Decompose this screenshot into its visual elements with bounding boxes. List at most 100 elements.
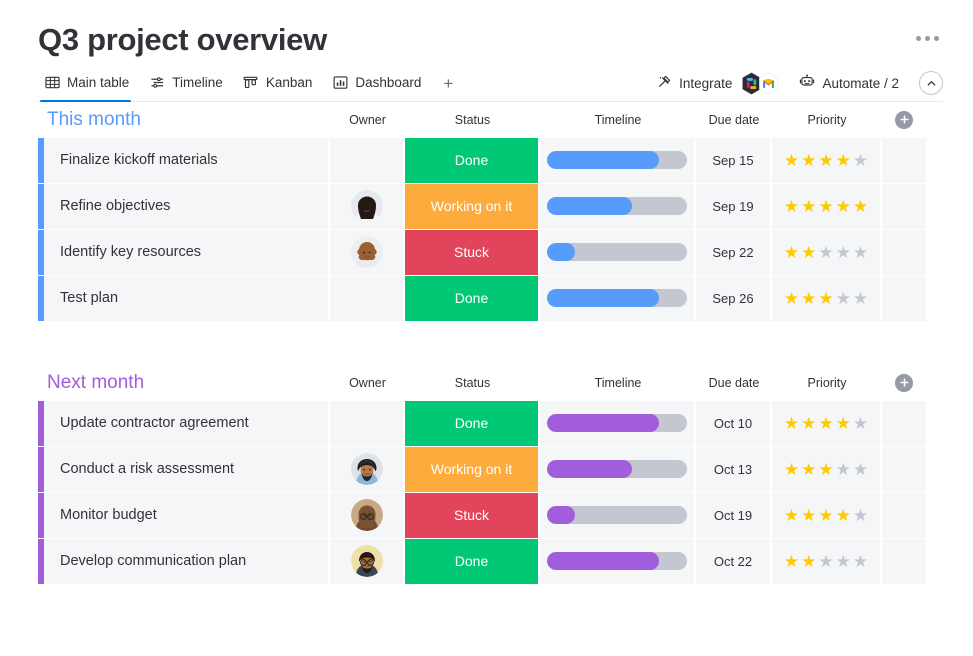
star-filled-icon[interactable]: ★	[784, 461, 799, 478]
timeline-cell[interactable]	[540, 447, 696, 492]
due-date-cell[interactable]: Sep 26	[696, 276, 772, 321]
status-badge[interactable]: Done	[405, 539, 540, 584]
column-header[interactable]: Timeline	[540, 113, 696, 127]
star-empty-icon[interactable]: ★	[818, 553, 833, 570]
plus-icon[interactable]	[895, 374, 913, 392]
due-date-cell[interactable]: Oct 19	[696, 493, 772, 538]
timeline-cell[interactable]	[540, 539, 696, 584]
more-horizontal-icon[interactable]	[912, 22, 943, 55]
star-filled-icon[interactable]: ★	[853, 198, 868, 215]
column-header[interactable]: Owner	[330, 376, 405, 390]
star-filled-icon[interactable]: ★	[801, 198, 816, 215]
star-filled-icon[interactable]: ★	[784, 198, 799, 215]
tab-timeline[interactable]: Timeline	[143, 71, 237, 101]
task-name-cell[interactable]: Develop communication plan	[38, 539, 330, 584]
timeline-bar[interactable]	[547, 460, 687, 478]
star-filled-icon[interactable]: ★	[836, 152, 851, 169]
status-badge[interactable]: Done	[405, 401, 540, 446]
timeline-cell[interactable]	[540, 276, 696, 321]
due-date-cell[interactable]: Oct 22	[696, 539, 772, 584]
task-name-cell[interactable]: Update contractor agreement	[38, 401, 330, 446]
column-header[interactable]: Due date	[696, 376, 772, 390]
column-header[interactable]: Priority	[772, 113, 882, 127]
star-empty-icon[interactable]: ★	[853, 461, 868, 478]
column-header[interactable]: Timeline	[540, 376, 696, 390]
table-row[interactable]: Refine objectives Working on it	[38, 184, 943, 229]
priority-cell[interactable]: ★★★★★	[772, 184, 882, 229]
timeline-bar[interactable]	[547, 243, 687, 261]
star-empty-icon[interactable]: ★	[853, 244, 868, 261]
star-empty-icon[interactable]: ★	[836, 244, 851, 261]
star-filled-icon[interactable]: ★	[818, 415, 833, 432]
task-name-cell[interactable]: Monitor budget	[38, 493, 330, 538]
star-filled-icon[interactable]: ★	[836, 415, 851, 432]
star-filled-icon[interactable]: ★	[784, 152, 799, 169]
star-filled-icon[interactable]: ★	[784, 244, 799, 261]
star-empty-icon[interactable]: ★	[853, 290, 868, 307]
owner-cell[interactable]	[330, 539, 405, 584]
star-filled-icon[interactable]: ★	[801, 461, 816, 478]
due-date-cell[interactable]: Oct 10	[696, 401, 772, 446]
tab-kanban[interactable]: Kanban	[237, 71, 327, 101]
table-row[interactable]: Conduct a risk assessment Working on it	[38, 447, 943, 492]
priority-cell[interactable]: ★★★★★	[772, 447, 882, 492]
star-filled-icon[interactable]: ★	[836, 198, 851, 215]
timeline-cell[interactable]	[540, 184, 696, 229]
star-filled-icon[interactable]: ★	[784, 290, 799, 307]
tab-dashboard[interactable]: Dashboard	[326, 71, 435, 101]
add-column-button[interactable]	[882, 374, 926, 392]
due-date-cell[interactable]: Sep 22	[696, 230, 772, 275]
task-name-cell[interactable]: Refine objectives	[38, 184, 330, 229]
star-filled-icon[interactable]: ★	[801, 152, 816, 169]
status-badge[interactable]: Done	[405, 276, 540, 321]
priority-cell[interactable]: ★★★★★	[772, 138, 882, 183]
due-date-cell[interactable]: Oct 13	[696, 447, 772, 492]
add-view-button[interactable]: +	[435, 74, 461, 101]
table-row[interactable]: Monitor budget Stuck Oct 19 ★★★★★	[38, 493, 943, 538]
table-row[interactable]: Identify key resources Stuck	[38, 230, 943, 275]
timeline-bar[interactable]	[547, 151, 687, 169]
star-filled-icon[interactable]: ★	[818, 461, 833, 478]
priority-cell[interactable]: ★★★★★	[772, 539, 882, 584]
avatar[interactable]	[351, 499, 383, 531]
table-row[interactable]: Develop communication plan Done Oct 22	[38, 539, 943, 584]
avatar[interactable]	[351, 545, 383, 577]
due-date-cell[interactable]: Sep 15	[696, 138, 772, 183]
task-name-cell[interactable]: Identify key resources	[38, 230, 330, 275]
timeline-bar[interactable]	[547, 552, 687, 570]
owner-cell[interactable]	[330, 230, 405, 275]
star-filled-icon[interactable]: ★	[818, 152, 833, 169]
table-row[interactable]: Test plan Done Sep 26 ★★★★★	[38, 276, 943, 321]
timeline-cell[interactable]	[540, 138, 696, 183]
timeline-cell[interactable]	[540, 493, 696, 538]
add-column-button[interactable]	[882, 111, 926, 129]
group-title[interactable]: Next month	[38, 372, 330, 394]
task-name-cell[interactable]: Finalize kickoff materials	[38, 138, 330, 183]
timeline-bar[interactable]	[547, 414, 687, 432]
avatar[interactable]	[351, 453, 383, 485]
star-empty-icon[interactable]: ★	[853, 415, 868, 432]
priority-cell[interactable]: ★★★★★	[772, 276, 882, 321]
task-name-cell[interactable]: Test plan	[38, 276, 330, 321]
timeline-bar[interactable]	[547, 197, 687, 215]
status-badge[interactable]: Working on it	[405, 447, 540, 492]
group-title[interactable]: This month	[38, 109, 330, 131]
owner-cell[interactable]	[330, 138, 405, 183]
star-empty-icon[interactable]: ★	[853, 553, 868, 570]
star-filled-icon[interactable]: ★	[818, 290, 833, 307]
star-filled-icon[interactable]: ★	[818, 507, 833, 524]
owner-cell[interactable]	[330, 493, 405, 538]
star-filled-icon[interactable]: ★	[818, 198, 833, 215]
star-empty-icon[interactable]: ★	[818, 244, 833, 261]
table-row[interactable]: Update contractor agreement Done Oct 10 …	[38, 401, 943, 446]
column-header[interactable]: Due date	[696, 113, 772, 127]
star-empty-icon[interactable]: ★	[853, 152, 868, 169]
column-header[interactable]: Owner	[330, 113, 405, 127]
owner-cell[interactable]	[330, 447, 405, 492]
status-badge[interactable]: Stuck	[405, 493, 540, 538]
chevron-up-icon[interactable]	[919, 71, 943, 95]
automate-button[interactable]: Automate / 2	[789, 74, 909, 92]
tab-main-table[interactable]: Main table	[38, 71, 143, 101]
star-filled-icon[interactable]: ★	[784, 553, 799, 570]
priority-cell[interactable]: ★★★★★	[772, 230, 882, 275]
